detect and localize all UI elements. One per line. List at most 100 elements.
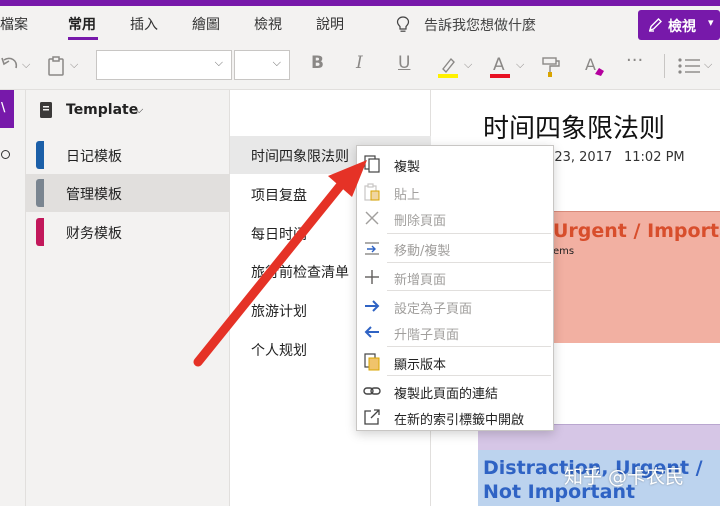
menu-divider	[387, 375, 551, 376]
quadrant-heading: Urgent / Importan	[553, 220, 720, 242]
menu-item-open-new-tab[interactable]: 在新的索引標籤中開啟	[357, 404, 553, 430]
notebooks-icon: \	[1, 100, 6, 114]
font-color-icon[interactable]: A	[488, 54, 512, 78]
tab-file[interactable]: 檔案	[0, 14, 28, 34]
page-label: 旅游计划	[251, 304, 307, 320]
highlight-dropdown-chevron-icon[interactable]: ⌵	[464, 58, 472, 82]
view-mode-label: 檢視	[668, 19, 696, 35]
ribbon-toolbar: ⌵ ⌵ ⌵ ⌵ B I U ⌵ A ⌵ A ··· ⌵	[0, 42, 720, 90]
tab-insert[interactable]: 插入	[130, 14, 158, 34]
notebook-icon	[40, 102, 52, 118]
menu-divider	[387, 290, 551, 291]
section-color-tab	[36, 218, 44, 246]
tab-home[interactable]: 常用	[68, 14, 96, 34]
format-painter-icon[interactable]	[540, 54, 562, 78]
menu-item-copy-link[interactable]: 複製此頁面的連結	[357, 378, 553, 404]
tab-draw[interactable]: 繪圖	[192, 14, 220, 34]
menu-item-label: 複製此頁面的連結	[394, 387, 499, 402]
clipboard-dropdown-chevron-icon[interactable]: ⌵	[70, 58, 78, 82]
arrow-left-icon	[364, 326, 379, 338]
menu-item-show-versions[interactable]: 顯示版本	[357, 349, 553, 375]
menu-item-label: 顯示版本	[394, 358, 447, 373]
tab-help[interactable]: 說明	[316, 14, 344, 34]
menu-divider	[387, 346, 551, 347]
toolbar-divider	[664, 54, 665, 78]
bullet-list-icon[interactable]	[676, 54, 702, 78]
quadrant-urgent-important[interactable]: Urgent / Importan ems	[548, 211, 720, 343]
menu-item-move-copy[interactable]: 移動/複製	[357, 235, 553, 261]
view-mode-button[interactable]: 檢視 ▾	[638, 10, 720, 40]
search-icon[interactable]	[1, 150, 10, 159]
notebooks-nav-button[interactable]: \	[0, 90, 14, 128]
link-icon	[363, 387, 381, 395]
undo-dropdown-chevron-icon[interactable]: ⌵	[22, 58, 30, 82]
menu-item-copy[interactable]: 複製	[357, 151, 553, 177]
bullet-dropdown-chevron-icon[interactable]: ⌵	[704, 58, 712, 82]
section-label: 财务模板	[66, 226, 122, 242]
menu-item-paste[interactable]: 貼上	[357, 179, 553, 205]
more-options-icon[interactable]: ···	[626, 50, 643, 74]
page-label: 旅行前检查清单	[251, 265, 349, 281]
section-item[interactable]: 日记模板	[26, 136, 230, 174]
undo-icon[interactable]	[0, 54, 22, 78]
paste-icon	[364, 183, 380, 201]
font-family-select[interactable]: ⌵	[96, 50, 232, 80]
menu-item-label: 複製	[394, 160, 421, 175]
page-time: 11:02 PM	[624, 150, 685, 165]
menu-item-delete-page[interactable]: 刪除頁面	[357, 205, 553, 231]
font-color-dropdown-chevron-icon[interactable]: ⌵	[516, 58, 524, 82]
section-label: 管理模板	[66, 187, 122, 203]
versions-icon	[364, 353, 380, 371]
menu-item-label: 升階子頁面	[394, 328, 460, 343]
underline-icon[interactable]: U	[398, 53, 410, 77]
ribbon-tabs: 檔案 常用 插入 繪圖 檢視 說明 告訴我您想做什麼 檢視 ▾	[0, 6, 720, 42]
watermark: 知乎 @卡农民	[564, 466, 685, 488]
chevron-down-icon: ⌵	[272, 56, 281, 69]
chevron-down-icon: ▾	[708, 16, 714, 29]
menu-item-make-subpage[interactable]: 設定為子頁面	[357, 293, 553, 319]
chevron-down-icon: ⌵	[214, 56, 223, 69]
menu-item-label: 移動/複製	[394, 244, 451, 259]
page-label: 时间四象限法则	[251, 149, 349, 165]
tell-me-search[interactable]: 告訴我您想做什麼	[424, 15, 536, 35]
copy-icon	[364, 155, 380, 173]
page-context-menu: 複製 貼上 刪除頁面 移動/複製 新增頁面 設定為子頁面 升階子頁面 顯示版本 …	[356, 145, 554, 431]
tab-view[interactable]: 檢視	[254, 14, 282, 34]
active-tab-underline	[68, 37, 98, 40]
svg-text:A: A	[493, 55, 505, 75]
menu-item-label: 新增頁面	[394, 273, 447, 288]
bold-icon[interactable]: B	[311, 53, 324, 77]
section-item[interactable]: 财务模板	[26, 213, 230, 251]
svg-text:A: A	[585, 55, 596, 74]
menu-item-new-page[interactable]: 新增頁面	[357, 264, 553, 290]
arrow-right-icon	[365, 300, 380, 312]
quadrant-subtext: ems	[553, 246, 575, 257]
page-label: 个人规划	[251, 343, 307, 359]
highlighter-icon[interactable]	[436, 54, 460, 78]
page-label: 项目复盘	[251, 188, 307, 204]
section-item-selected[interactable]: 管理模板	[26, 174, 230, 212]
lightbulb-icon	[396, 16, 410, 32]
menu-divider	[387, 262, 551, 263]
notebook-title[interactable]: Template	[66, 102, 138, 118]
delete-icon	[365, 211, 379, 225]
section-color-tab	[36, 179, 44, 207]
page-label: 每日时间	[251, 227, 307, 243]
menu-item-promote-subpage[interactable]: 升階子頁面	[357, 319, 553, 345]
move-copy-icon	[365, 242, 379, 255]
menu-divider	[387, 233, 551, 234]
font-size-select[interactable]: ⌵	[234, 50, 290, 80]
menu-item-label: 貼上	[394, 188, 421, 203]
section-color-tab	[36, 141, 44, 169]
clear-formatting-icon[interactable]: A	[582, 54, 606, 78]
menu-item-label: 刪除頁面	[394, 214, 447, 229]
clipboard-icon[interactable]	[46, 54, 66, 78]
menu-item-label: 設定為子頁面	[394, 302, 473, 317]
chevron-down-icon[interactable]: ⌵	[135, 103, 143, 117]
italic-icon[interactable]: I	[356, 53, 363, 77]
open-new-tab-icon	[364, 409, 380, 425]
page-title[interactable]: 时间四象限法则	[483, 108, 665, 145]
pen-icon	[648, 18, 662, 32]
menu-item-label: 在新的索引標籤中開啟	[394, 413, 525, 428]
section-label: 日记模板	[66, 149, 122, 165]
